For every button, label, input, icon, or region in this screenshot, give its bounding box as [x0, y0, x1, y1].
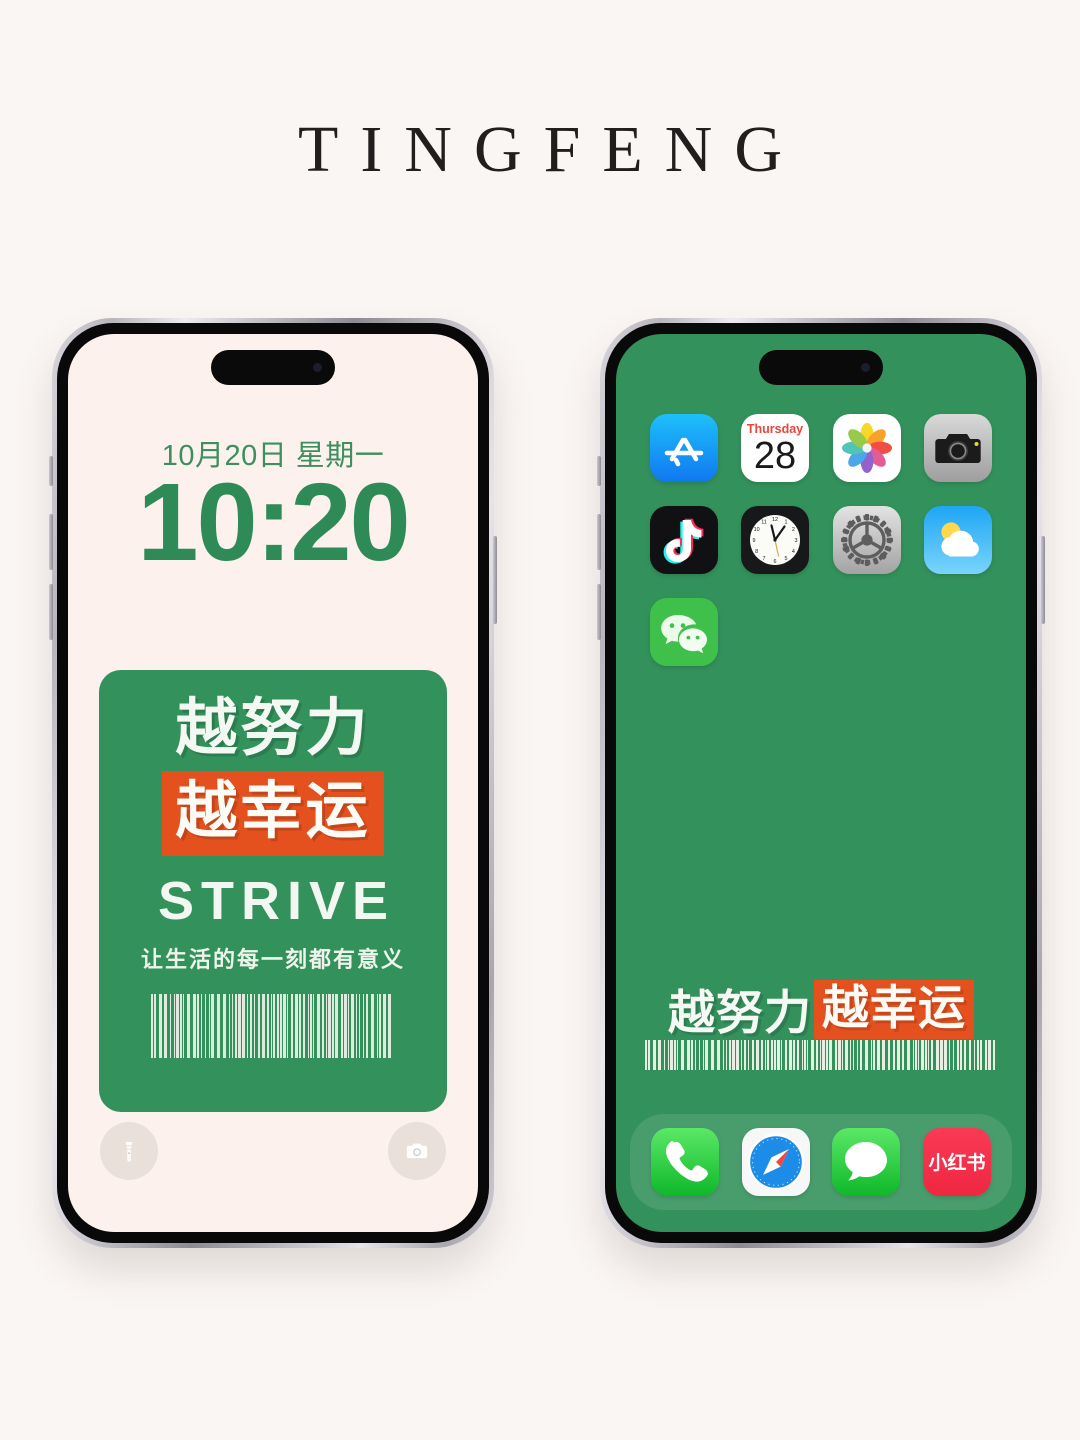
settings-gear-icon [832, 506, 901, 574]
camera-icon [924, 414, 993, 482]
app-icon-photos[interactable] [832, 414, 901, 482]
barcode-icon [645, 1040, 995, 1070]
svg-text:3: 3 [795, 538, 798, 544]
messages-bubble-icon [832, 1128, 901, 1196]
volume-down-button[interactable] [49, 584, 53, 640]
app-icon-camera[interactable] [924, 414, 993, 482]
svg-text:1: 1 [785, 520, 788, 526]
phone-home-screen-mockup: Thursday 28 12 1 2 3 4 5 6 7 8 9 10 11 越… [597, 318, 1045, 1248]
camera-button[interactable] [388, 1122, 446, 1180]
quote-line-2-highlight: 越幸运 [162, 771, 384, 857]
barcode-icon [151, 994, 391, 1059]
flashlight-icon [125, 1142, 133, 1162]
home-screen: Thursday 28 12 1 2 3 4 5 6 7 8 9 10 11 越… [616, 334, 1026, 1232]
app-grid: Thursday 28 12 1 2 3 4 5 6 7 8 9 10 11 [616, 414, 1026, 666]
svg-text:12: 12 [772, 517, 778, 523]
calendar-icon: Thursday 28 [741, 414, 810, 482]
flashlight-button[interactable] [100, 1122, 158, 1180]
svg-text:7: 7 [763, 556, 766, 562]
dock-icon-safari[interactable] [741, 1128, 810, 1196]
volume-up-button[interactable] [49, 514, 53, 570]
front-camera-icon [861, 363, 870, 372]
dock: 小红书 [630, 1114, 1012, 1210]
app-store-icon [649, 414, 718, 482]
camera-icon [406, 1143, 428, 1159]
phone-icon [651, 1128, 720, 1196]
app-icon-app-store[interactable] [649, 414, 718, 482]
svg-text:4: 4 [792, 549, 795, 555]
app-icon-tiktok[interactable] [649, 506, 718, 574]
xiaohongshu-label: 小红书 [928, 1151, 985, 1174]
volume-up-button[interactable] [597, 514, 601, 570]
app-icon-calendar[interactable]: Thursday 28 [741, 414, 810, 482]
slogan-orange-text: 越幸运 [822, 981, 966, 1034]
svg-text:6: 6 [774, 559, 777, 565]
app-icon-wechat[interactable] [649, 598, 718, 666]
quote-line-3: STRIVE [157, 871, 396, 932]
svg-text:8: 8 [755, 549, 758, 555]
phone-bezel: Thursday 28 12 1 2 3 4 5 6 7 8 9 10 11 越… [605, 323, 1037, 1243]
quote-line-2: 越幸运 [175, 777, 371, 847]
svg-text:11: 11 [761, 520, 767, 526]
wallpaper-quote-card: 越努力 越幸运 STRIVE 让生活的每一刻都有意义 [99, 670, 447, 1112]
lock-screen-time: 10:20 [137, 461, 410, 584]
volume-down-button[interactable] [597, 584, 601, 640]
mute-switch[interactable] [597, 456, 601, 486]
svg-text:5: 5 [785, 556, 788, 562]
quote-subtitle: 让生活的每一刻都有意义 [140, 947, 405, 973]
svg-text:9: 9 [753, 538, 756, 544]
app-icon-weather[interactable] [924, 506, 993, 574]
phone-lock-screen-mockup: 10月20日 星期一 10:20 越努力 越幸运 STRIVE 让生活的每一刻都… [49, 318, 497, 1248]
lock-screen: 10月20日 星期一 10:20 越努力 越幸运 STRIVE 让生活的每一刻都… [68, 334, 478, 1232]
slogan-white-text: 越努力 [668, 986, 812, 1039]
calendar-day: 28 [754, 435, 796, 477]
phone-bezel: 10月20日 星期一 10:20 越努力 越幸运 STRIVE 让生活的每一刻都… [57, 323, 489, 1243]
power-button[interactable] [1041, 536, 1045, 624]
app-icon-settings[interactable] [832, 506, 901, 574]
front-camera-icon [313, 363, 322, 372]
wallpaper-showcase-page: TINGFENG 10月20日 星期一 10:20 越努力 越幸运 STRIVE [0, 0, 1080, 1440]
dynamic-island [759, 350, 883, 385]
calendar-weekday: Thursday [747, 422, 803, 436]
wechat-icon [649, 598, 718, 666]
photos-icon [832, 414, 901, 482]
dock-icon-xiaohongshu[interactable]: 小红书 [922, 1128, 991, 1196]
quote-line-1: 越努力 [175, 694, 371, 763]
slogan-highlight: 越幸运 [814, 980, 974, 1039]
xiaohongshu-icon: 小红书 [922, 1128, 991, 1196]
tiktok-icon [649, 506, 718, 574]
weather-icon [924, 506, 993, 574]
clock-icon: 12 12 345 678 91011 [741, 506, 810, 574]
dynamic-island [211, 350, 335, 385]
svg-text:10: 10 [754, 527, 760, 533]
dock-icon-phone[interactable] [651, 1128, 720, 1196]
safari-compass-icon [741, 1128, 810, 1196]
svg-text:2: 2 [792, 527, 795, 533]
dock-icon-messages[interactable] [832, 1128, 901, 1196]
page-title: TINGFENG [298, 113, 804, 186]
power-button[interactable] [493, 536, 497, 624]
mute-switch[interactable] [49, 456, 53, 486]
app-icon-clock[interactable]: 12 1 2 345 678 9 10 11 [741, 506, 810, 574]
home-wallpaper-slogan: 越努力 越幸运 [616, 980, 1026, 1039]
